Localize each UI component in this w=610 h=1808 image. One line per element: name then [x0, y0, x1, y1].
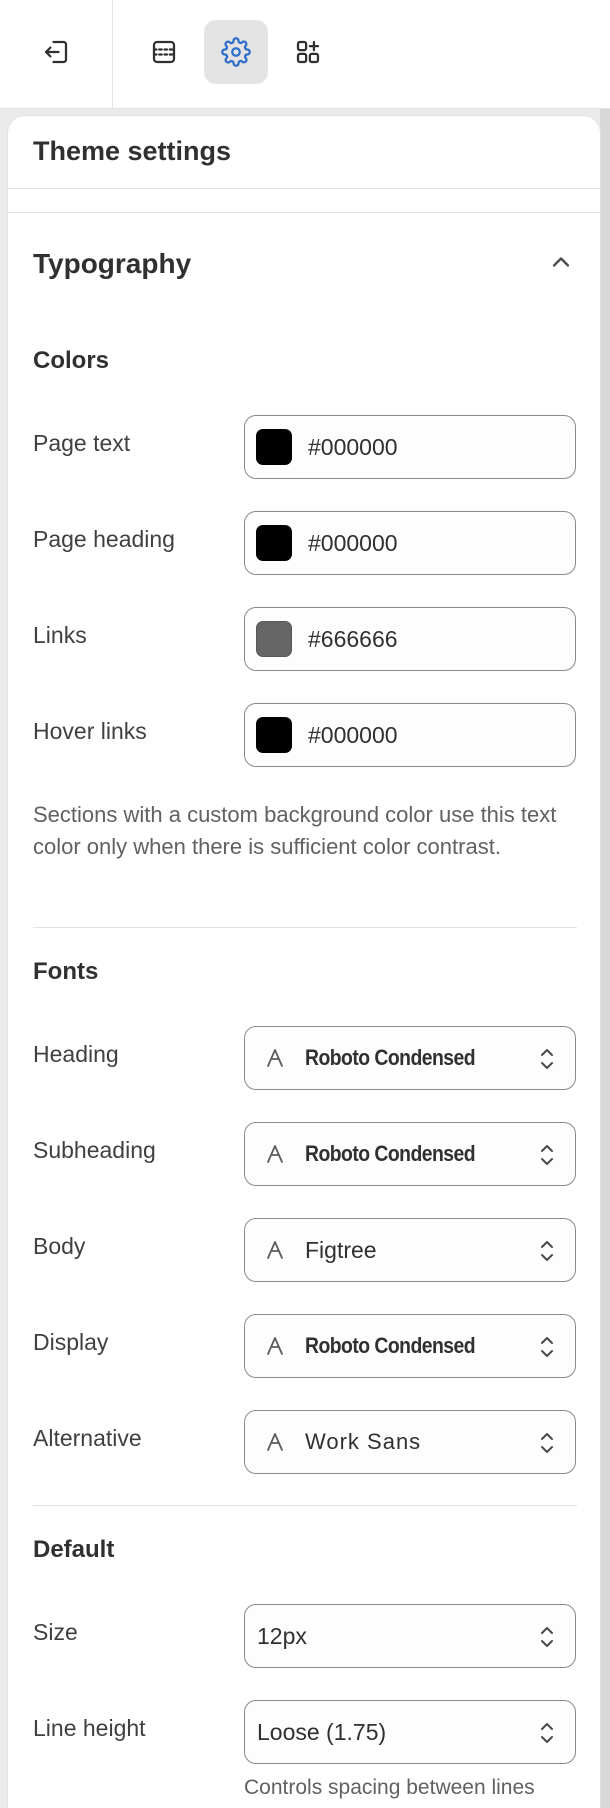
font-picker-subheading[interactable]: Roboto Condensed	[244, 1122, 576, 1186]
color-hex-value[interactable]: #666666	[308, 626, 398, 653]
color-picker-page-heading[interactable]: #000000	[244, 511, 576, 575]
select-arrows-icon	[541, 1049, 553, 1069]
font-name: Roboto Condensed	[305, 1333, 476, 1358]
font-name: Roboto Condensed	[305, 1045, 476, 1070]
line-height-help-text: Controls spacing between lines	[244, 1776, 535, 1799]
color-picker-hover-links[interactable]: #000000	[244, 703, 576, 767]
gear-icon	[221, 37, 251, 67]
size-select[interactable]: 12px	[244, 1604, 576, 1668]
panel-title: Theme settings	[33, 136, 232, 166]
color-swatch[interactable]	[256, 525, 292, 561]
select-arrows-icon	[541, 1241, 553, 1261]
panel-edge	[600, 109, 610, 1808]
select-arrows-icon	[541, 1337, 553, 1357]
font-label-display: Display	[33, 1329, 109, 1355]
font-picker-body[interactable]: Figtree	[244, 1218, 576, 1282]
color-label-page-heading: Page heading	[33, 526, 175, 552]
select-arrows-icon	[541, 1433, 553, 1453]
font-label-body: Body	[33, 1233, 86, 1259]
font-name: Figtree	[305, 1236, 377, 1263]
color-picker-page-text[interactable]: #000000	[244, 415, 576, 479]
font-icon	[267, 1337, 283, 1355]
select-arrows-icon	[541, 1145, 553, 1165]
font-icon	[267, 1049, 283, 1067]
font-picker-display[interactable]: Roboto Condensed	[244, 1314, 576, 1378]
sections-icon	[152, 40, 176, 64]
color-label-page-text: Page text	[33, 430, 131, 456]
line-height-label: Line height	[33, 1715, 146, 1741]
exit-button[interactable]	[24, 20, 88, 84]
color-hex-value[interactable]: #000000	[308, 434, 398, 461]
color-swatch[interactable]	[256, 717, 292, 753]
colors-group-title: Colors	[33, 347, 110, 374]
font-picker-alternative[interactable]: Work Sans	[244, 1410, 576, 1474]
select-arrows-icon	[541, 1627, 553, 1647]
sections-button[interactable]	[132, 20, 196, 84]
color-picker-links[interactable]: #666666	[244, 607, 576, 671]
size-select-value: 12px	[257, 1622, 307, 1649]
editor-toolbar	[0, 0, 610, 109]
color-label-links: Links	[33, 622, 87, 648]
color-hex-value[interactable]: #000000	[308, 530, 398, 557]
color-swatch[interactable]	[256, 621, 292, 657]
colors-help-text: Sections with a custom background color …	[33, 802, 557, 859]
font-picker-heading[interactable]: Roboto Condensed	[244, 1026, 576, 1090]
group-divider	[33, 1505, 577, 1506]
apps-icon	[296, 40, 320, 64]
line-height-select-value: Loose (1.75)	[257, 1718, 387, 1745]
font-name: Roboto Condensed	[305, 1141, 476, 1166]
color-swatch[interactable]	[256, 429, 292, 465]
title-divider	[8, 188, 600, 189]
section-title: Typography	[33, 248, 192, 279]
apps-button[interactable]	[276, 20, 340, 84]
font-icon	[267, 1145, 283, 1163]
default-group-title: Default	[33, 1536, 115, 1563]
fonts-group-title: Fonts	[33, 958, 99, 985]
theme-settings-button[interactable]	[204, 20, 268, 84]
section-divider	[8, 212, 600, 213]
font-name: Work Sans	[305, 1429, 422, 1454]
exit-icon	[44, 40, 68, 64]
group-divider	[33, 927, 577, 928]
color-hex-value[interactable]: #000000	[308, 722, 398, 749]
typography-section-header[interactable]: Typography	[33, 244, 575, 284]
theme-settings-panel: Theme settings Typography Colors Page te…	[7, 115, 601, 1808]
font-label-alternative: Alternative	[33, 1425, 142, 1451]
font-icon	[267, 1241, 283, 1259]
font-label-subheading: Subheading	[33, 1137, 156, 1163]
toolbar-divider	[112, 0, 113, 109]
chevron-up-icon	[547, 248, 575, 281]
select-arrows-icon	[541, 1723, 553, 1743]
font-icon	[267, 1433, 283, 1451]
size-label: Size	[33, 1619, 78, 1645]
color-label-hover-links: Hover links	[33, 718, 147, 744]
line-height-select[interactable]: Loose (1.75)	[244, 1700, 576, 1764]
font-label-heading: Heading	[33, 1041, 119, 1067]
